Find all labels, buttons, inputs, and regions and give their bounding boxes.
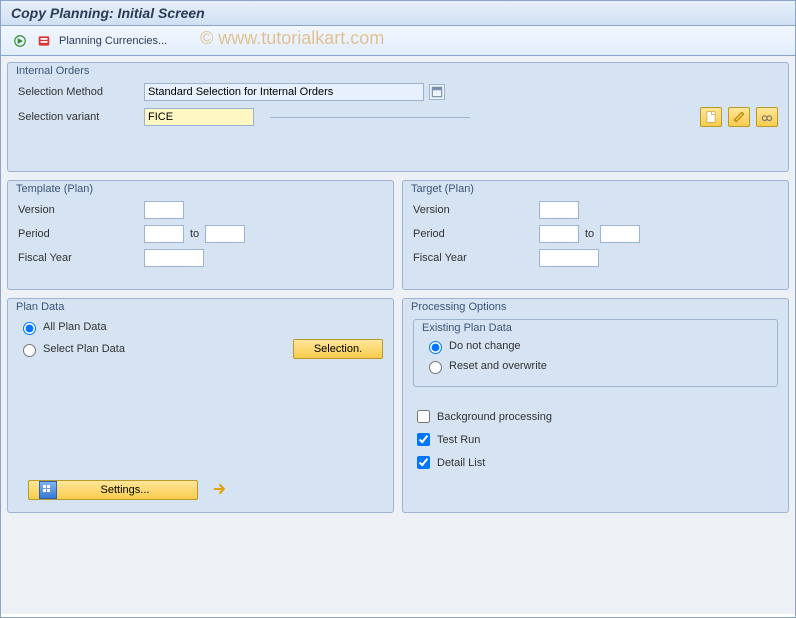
- app-toolbar: Planning Currencies...: [1, 26, 795, 56]
- selection-variant-label: Selection variant: [18, 111, 138, 123]
- template-period-to-label: to: [190, 228, 199, 240]
- selection-method-label: Selection Method: [18, 86, 138, 98]
- display-variant-button[interactable]: [756, 107, 778, 127]
- target-version-label: Version: [413, 204, 533, 216]
- variant-underline: [270, 117, 470, 118]
- reset-overwrite-label: Reset and overwrite: [449, 360, 547, 372]
- target-period-to-label: to: [585, 228, 594, 240]
- detail-list-checkbox[interactable]: [417, 456, 430, 469]
- plan-data-title: Plan Data: [16, 301, 64, 313]
- arrow-right-icon: [212, 481, 228, 500]
- planning-currencies-icon[interactable]: [35, 32, 53, 50]
- test-run-checkbox[interactable]: [417, 433, 430, 446]
- template-plan-title: Template (Plan): [16, 183, 93, 195]
- target-period-label: Period: [413, 228, 533, 240]
- select-plan-data-radio[interactable]: [23, 344, 36, 357]
- target-plan-group: Target (Plan) Version Period to Fiscal Y…: [402, 180, 789, 290]
- glasses-icon: [760, 110, 774, 124]
- template-fiscal-year-field[interactable]: [144, 249, 204, 267]
- processing-options-group: Processing Options Existing Plan Data Do…: [402, 298, 789, 513]
- select-plan-data-label: Select Plan Data: [43, 343, 125, 355]
- pencil-icon: [732, 110, 746, 124]
- internal-orders-group: Internal Orders Selection Method Selecti…: [7, 62, 789, 172]
- target-period-from-field[interactable]: [539, 225, 579, 243]
- background-processing-checkbox[interactable]: [417, 410, 430, 423]
- template-version-field[interactable]: [144, 201, 184, 219]
- target-version-field[interactable]: [539, 201, 579, 219]
- do-not-change-radio[interactable]: [429, 341, 442, 354]
- page-body: Internal Orders Selection Method Selecti…: [1, 56, 795, 614]
- execute-icon[interactable]: [11, 32, 29, 50]
- reset-overwrite-radio[interactable]: [429, 361, 442, 374]
- selection-button[interactable]: Selection.: [293, 339, 383, 359]
- existing-plan-data-title: Existing Plan Data: [422, 322, 512, 334]
- processing-options-title: Processing Options: [411, 301, 506, 313]
- settings-button[interactable]: Settings...: [28, 480, 198, 500]
- selection-variant-field[interactable]: [144, 108, 254, 126]
- template-plan-group: Template (Plan) Version Period to Fiscal…: [7, 180, 394, 290]
- target-fiscal-year-field[interactable]: [539, 249, 599, 267]
- background-processing-label: Background processing: [437, 411, 552, 423]
- template-version-label: Version: [18, 204, 138, 216]
- template-period-label: Period: [18, 228, 138, 240]
- title-bar: Copy Planning: Initial Screen: [1, 1, 795, 26]
- planning-currencies-link[interactable]: Planning Currencies...: [59, 35, 167, 47]
- settings-button-label: Settings...: [63, 484, 187, 496]
- document-icon: [704, 110, 718, 124]
- template-period-from-field[interactable]: [144, 225, 184, 243]
- all-plan-data-radio[interactable]: [23, 322, 36, 335]
- create-variant-button[interactable]: [700, 107, 722, 127]
- change-variant-button[interactable]: [728, 107, 750, 127]
- target-plan-title: Target (Plan): [411, 183, 474, 195]
- all-plan-data-label: All Plan Data: [43, 321, 107, 333]
- target-period-to-field[interactable]: [600, 225, 640, 243]
- test-run-label: Test Run: [437, 434, 480, 446]
- plan-data-group: Plan Data All Plan Data Select Plan Data…: [7, 298, 394, 513]
- selection-method-field[interactable]: [144, 83, 424, 101]
- existing-plan-data-subgroup: Existing Plan Data Do not change Reset a…: [413, 319, 778, 387]
- internal-orders-title: Internal Orders: [16, 65, 89, 77]
- page-title: Copy Planning: Initial Screen: [11, 5, 205, 21]
- template-fiscal-year-label: Fiscal Year: [18, 252, 138, 264]
- do-not-change-label: Do not change: [449, 340, 521, 352]
- template-period-to-field[interactable]: [205, 225, 245, 243]
- settings-grid-icon: [39, 481, 57, 499]
- selection-method-f4-icon[interactable]: [429, 84, 445, 100]
- detail-list-label: Detail List: [437, 457, 485, 469]
- target-fiscal-year-label: Fiscal Year: [413, 252, 533, 264]
